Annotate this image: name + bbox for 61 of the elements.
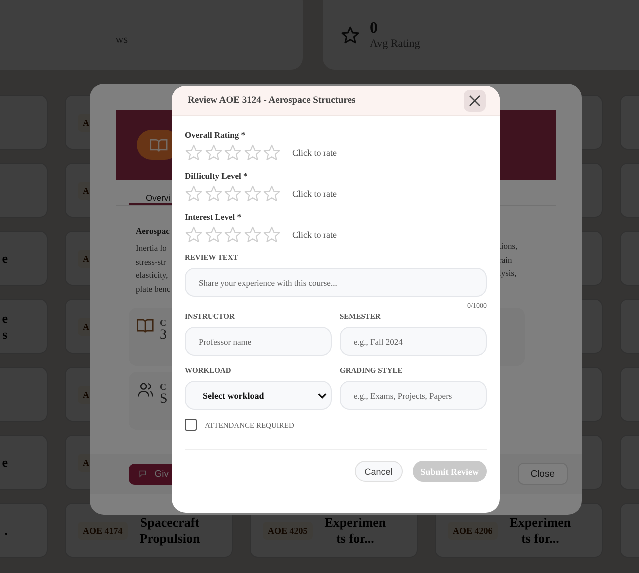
star-icon[interactable] [244, 185, 262, 203]
star-icon[interactable] [224, 226, 242, 244]
review-text-field[interactable]: Share your experience with this course... [185, 268, 487, 297]
star-icon [341, 26, 360, 44]
course-card[interactable]: e [0, 231, 48, 286]
info-label: C [160, 382, 168, 392]
star-rating[interactable]: Click to rate [185, 144, 337, 162]
star-icon[interactable] [185, 144, 203, 162]
course-card[interactable]: e [0, 435, 48, 490]
rating-label: Overall Rating * [185, 130, 246, 140]
course-title: e [2, 454, 8, 470]
course-code: AOE 4174 [78, 522, 128, 540]
close-button[interactable] [464, 90, 486, 112]
section-heading: Aerospac [136, 226, 171, 236]
book-icon [150, 138, 168, 152]
rating-label: Interest Level * [185, 212, 242, 222]
star-icon[interactable] [185, 226, 203, 244]
description-text: Inertia lo stress-str elasticity, plate benc [136, 242, 171, 296]
close-icon [469, 94, 481, 106]
star-icon[interactable] [204, 226, 222, 244]
course-title: Experimen ts for... [324, 514, 386, 546]
star-icon[interactable] [263, 185, 281, 203]
star-icon[interactable] [244, 144, 262, 162]
course-title: Spacecraft Propulsion [140, 514, 200, 546]
star-rating[interactable]: Click to rate [185, 185, 337, 203]
star-icon[interactable] [224, 185, 242, 203]
info-value: 3 [160, 328, 167, 344]
close-button[interactable]: Close [518, 463, 568, 485]
star-icon[interactable] [204, 185, 222, 203]
cancel-button[interactable]: Cancel [354, 461, 403, 482]
rating-hint: Click to rate [292, 230, 337, 240]
course-title: e [2, 250, 8, 266]
text-field[interactable]: e.g., Exams, Projects, Papers [340, 381, 487, 410]
book-icon [137, 318, 154, 334]
course-title: e s [2, 310, 8, 342]
course-title: . [4, 522, 8, 538]
star-icon[interactable] [244, 226, 262, 244]
rating-hint: Click to rate [292, 148, 337, 158]
info-label: C [160, 318, 167, 328]
text-field[interactable]: e.g., Fall 2024 [340, 327, 487, 356]
info-value: S [160, 392, 168, 408]
rating-hint: Click to rate [292, 189, 337, 199]
dialog-title: Review AOE 3124 - Aerospace Structures [188, 96, 356, 106]
chevron-down-icon [318, 392, 327, 398]
workload-select[interactable]: Select workload [185, 381, 332, 410]
chat-icon [139, 469, 147, 479]
checkbox[interactable] [185, 419, 197, 431]
course-card[interactable]: e s [0, 299, 48, 354]
star-icon[interactable] [263, 226, 281, 244]
star-rating[interactable]: Click to rate [185, 226, 337, 244]
star-icon[interactable] [263, 144, 281, 162]
star-icon[interactable] [185, 185, 203, 203]
course-code: AOE 4206 [448, 522, 498, 540]
rating-label: Difficulty Level * [185, 171, 249, 181]
people-icon [137, 382, 154, 398]
course-title: Experimen ts for... [510, 514, 572, 546]
course-code: AOE 4205 [263, 522, 313, 540]
course-card[interactable]: . [0, 503, 48, 558]
star-icon[interactable] [224, 144, 242, 162]
star-icon[interactable] [204, 144, 222, 162]
text-field[interactable]: Professor name [185, 327, 332, 356]
